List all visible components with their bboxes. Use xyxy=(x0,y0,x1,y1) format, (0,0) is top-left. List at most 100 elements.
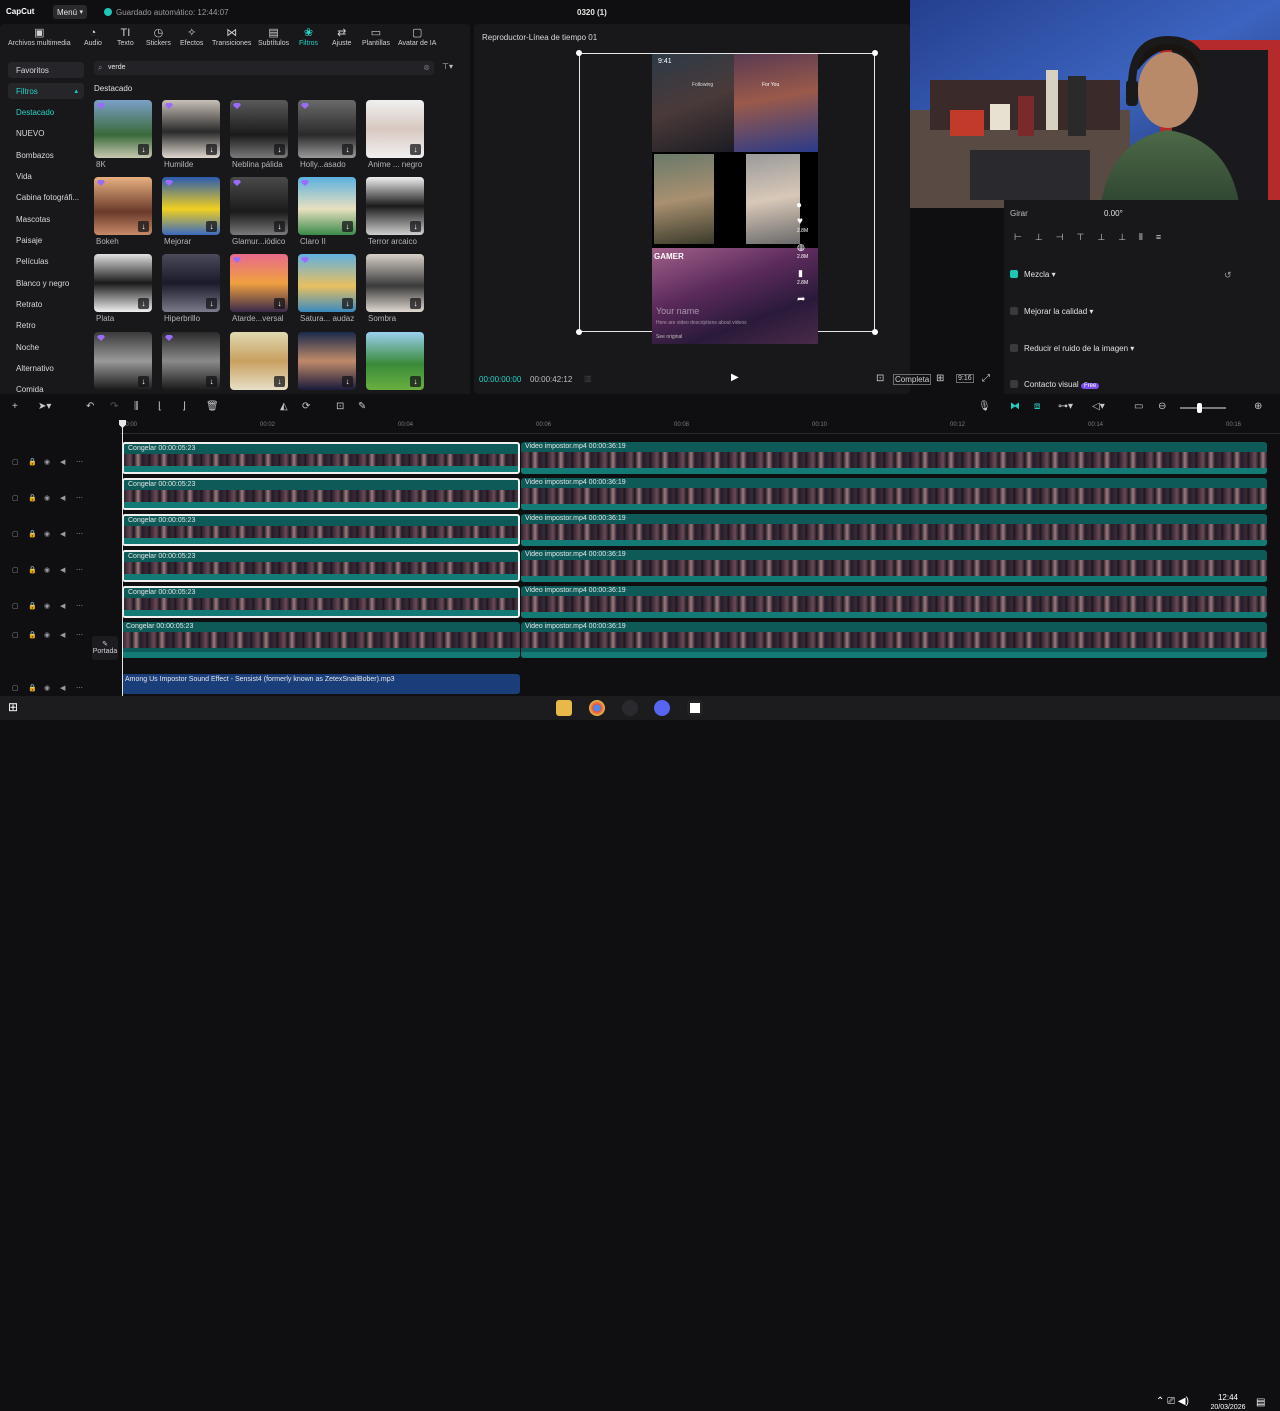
discord-icon[interactable] xyxy=(654,700,670,716)
track-select-icon[interactable]: ▢ xyxy=(12,530,19,538)
capcut-taskbar-icon[interactable] xyxy=(687,700,703,716)
filter-thumbnail[interactable]: ↓ xyxy=(298,177,356,235)
category-item[interactable]: Retro xyxy=(8,317,84,333)
taskbar-date[interactable]: 20/03/2026 xyxy=(1204,1404,1252,1411)
volume-icon[interactable]: ◀ xyxy=(60,602,65,610)
more-icon[interactable]: ⋯ xyxy=(76,494,83,502)
zoom-slider-thumb[interactable] xyxy=(1197,403,1202,413)
tab-media[interactable]: ▣ Archivos multimedia xyxy=(8,27,71,47)
download-icon[interactable]: ↓ xyxy=(138,376,149,387)
filter-search-input[interactable]: ⌕ verde ⊗ xyxy=(94,61,434,75)
lock-icon[interactable]: 🔒 xyxy=(28,566,37,574)
category-item[interactable]: Bombazos xyxy=(8,147,84,163)
playhead[interactable] xyxy=(122,420,123,696)
category-item[interactable]: Cabina fotográfi... xyxy=(8,189,84,205)
zoom-in-icon[interactable]: ⊕ xyxy=(1254,401,1262,412)
category-item[interactable]: Vida xyxy=(8,168,84,184)
video-clip[interactable]: Video impostor.mp4 00:00:36:19 xyxy=(521,622,1267,658)
link-icon[interactable]: ⧓ xyxy=(1010,401,1020,412)
taskbar-time[interactable]: 12:44 xyxy=(1208,1393,1248,1402)
download-icon[interactable]: ↓ xyxy=(342,376,353,387)
track-select-icon[interactable]: ▢ xyxy=(12,494,19,502)
volume-icon[interactable]: ◀ xyxy=(60,684,65,692)
rotate-value[interactable]: 0.00° xyxy=(1104,209,1123,218)
tab-audio[interactable]: ◔ Audio xyxy=(84,27,102,47)
snapshot-icon[interactable]: ⊡ xyxy=(876,373,884,384)
download-icon[interactable]: ↓ xyxy=(138,144,149,155)
play-button[interactable]: ▶ xyxy=(731,372,739,383)
select-tool-icon[interactable]: ➤▾ xyxy=(38,401,51,412)
noise-toggle[interactable]: Reducir el ruido de la imagen ▾ xyxy=(1010,344,1134,353)
volume-icon[interactable]: ◀ xyxy=(60,458,65,466)
lock-icon[interactable]: 🔒 xyxy=(28,602,37,610)
blend-toggle[interactable]: Mezcla ▾ xyxy=(1010,270,1056,279)
track-select-icon[interactable]: ▢ xyxy=(12,684,19,692)
filter-thumbnail[interactable]: ↓ xyxy=(94,100,152,158)
download-icon[interactable]: ↓ xyxy=(206,298,217,309)
volume-icon[interactable]: ◀ xyxy=(60,631,65,639)
obs-icon[interactable] xyxy=(622,700,638,716)
filter-thumbnail[interactable]: ↓ xyxy=(162,254,220,312)
video-preview[interactable]: 9:41 Following For You ● ♥ 2.8M ◍ 2.8M ▮… xyxy=(652,54,818,344)
category-filters[interactable]: Filtros ▴ xyxy=(8,83,84,99)
category-item[interactable]: Paisaje xyxy=(8,232,84,248)
download-icon[interactable]: ↓ xyxy=(274,376,285,387)
sort-filter-icon[interactable]: ⊤▾ xyxy=(442,62,453,71)
delete-icon[interactable]: 🗑 xyxy=(206,401,219,412)
filter-thumbnail[interactable]: ↓ xyxy=(366,100,424,158)
filter-thumbnail[interactable]: ↓ xyxy=(366,332,424,390)
lock-icon[interactable]: 🔒 xyxy=(28,494,37,502)
lock-icon[interactable]: 🔒 xyxy=(28,530,37,538)
align-toolbar[interactable]: ⊢⊥⊣⊤⊥⊥⫴≡ xyxy=(1014,232,1234,246)
eye-icon[interactable]: ◉ xyxy=(44,684,50,692)
eye-contact-toggle[interactable]: Contacto visual Free xyxy=(1010,380,1100,389)
download-icon[interactable]: ↓ xyxy=(274,221,285,232)
eye-icon[interactable]: ◉ xyxy=(44,530,50,538)
notification-icon[interactable]: ▤ xyxy=(1256,1397,1265,1408)
filter-thumbnail[interactable]: ↓ xyxy=(230,254,288,312)
tray-icons[interactable]: ⌃ ⎚ ◀) xyxy=(1156,1396,1189,1407)
lock-icon[interactable]: 🔒 xyxy=(28,458,37,466)
tab-text[interactable]: TI Texto xyxy=(117,27,134,47)
file-explorer-icon[interactable] xyxy=(556,700,572,716)
tab-adjust[interactable]: ⇄ Ajuste xyxy=(332,27,351,47)
filter-thumbnail[interactable]: ↓ xyxy=(298,332,356,390)
video-clip[interactable]: Video impostor.mp4 00:00:36:19 xyxy=(521,586,1267,618)
download-icon[interactable]: ↓ xyxy=(410,221,421,232)
add-icon[interactable]: + xyxy=(12,401,18,412)
zoom-out-icon[interactable]: ⊖ xyxy=(1158,401,1166,412)
filter-thumbnail[interactable]: ↓ xyxy=(162,177,220,235)
checkbox-icon[interactable] xyxy=(1010,344,1018,352)
trim-left-icon[interactable]: ⌊ xyxy=(158,401,162,412)
download-icon[interactable]: ↓ xyxy=(206,144,217,155)
download-icon[interactable]: ↓ xyxy=(410,298,421,309)
track-select-icon[interactable]: ▢ xyxy=(12,631,19,639)
windows-start-icon[interactable]: ⊞ xyxy=(8,700,24,716)
eye-icon[interactable]: ◉ xyxy=(44,494,50,502)
track-select-icon[interactable]: ▢ xyxy=(12,566,19,574)
freeze-clip[interactable]: Congelar 00:00:05:23 xyxy=(122,550,520,582)
zoom-slider[interactable] xyxy=(1180,407,1226,409)
checkbox-icon[interactable] xyxy=(1010,307,1018,315)
full-quality-button[interactable]: Completa xyxy=(893,374,932,385)
category-item[interactable]: Destacado xyxy=(8,104,84,120)
zoom-fit-icon[interactable]: ⊞ xyxy=(936,373,944,384)
download-icon[interactable]: ↓ xyxy=(206,221,217,232)
tab-filters[interactable]: ❀ Filtros xyxy=(299,27,318,47)
volume-icon[interactable]: ◀ xyxy=(60,530,65,538)
more-icon[interactable]: ⋯ xyxy=(76,566,83,574)
more-icon[interactable]: ⋯ xyxy=(76,458,83,466)
track-select-icon[interactable]: ▢ xyxy=(12,458,19,466)
filter-thumbnail[interactable]: ↓ xyxy=(94,177,152,235)
tab-ai-avatar[interactable]: ▢ Avatar de IA xyxy=(398,27,436,47)
more-icon[interactable]: ⋯ xyxy=(76,602,83,610)
checkbox-icon[interactable] xyxy=(1010,270,1018,278)
more-icon[interactable]: ⋯ xyxy=(76,530,83,538)
more-icon[interactable]: ⋯ xyxy=(76,684,83,692)
speaker-icon[interactable]: ◁▾ xyxy=(1092,401,1105,412)
freeze-clip[interactable]: Congelar 00:00:05:23 xyxy=(122,514,520,546)
more-icon[interactable]: ⋯ xyxy=(76,631,83,639)
eye-icon[interactable]: ◉ xyxy=(44,602,50,610)
filter-thumbnail[interactable]: ↓ xyxy=(162,332,220,390)
snap-icon[interactable]: ⧈ xyxy=(1034,401,1040,412)
